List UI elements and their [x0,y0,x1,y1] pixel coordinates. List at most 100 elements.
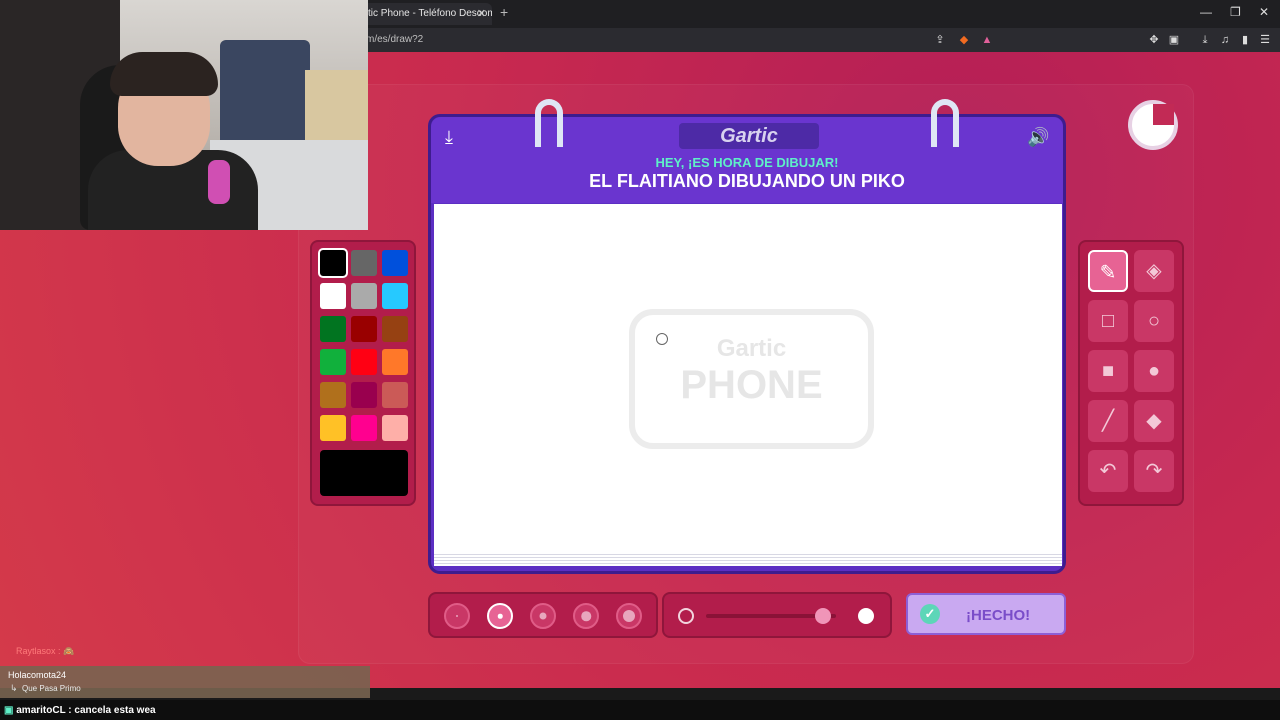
line-icon: ╱ [1101,410,1115,432]
webcam-streamer [110,52,218,96]
timer-icon [1128,100,1178,150]
brush-size-button[interactable] [487,603,513,629]
new-tab-button[interactable]: + [500,4,508,20]
download-icon[interactable]: ⤓ [445,127,453,148]
brush-size-dot [623,610,635,622]
maximize-button[interactable]: ❐ [1230,5,1241,19]
gartic-phone-watermark: Gartic PHONE [629,309,874,449]
color-swatch[interactable] [320,382,346,408]
board-header: ⤓ Gartic 🔊 HEY, ¡ES HORA DE DIBUJAR! EL … [431,117,1063,203]
color-swatch[interactable] [382,283,408,309]
fill-bucket-icon: ◆ [1146,410,1162,432]
sidebar-icon[interactable]: ▣ [1167,33,1181,47]
color-swatch[interactable] [320,415,346,441]
color-swatch[interactable] [351,382,377,408]
gartic-logo: Gartic [679,123,819,149]
line-tool-button[interactable]: ╱ [1088,400,1128,442]
chat-reply-text: Que Pasa Primo [22,684,81,693]
eraser-icon: ◈ [1146,260,1162,282]
share-icon[interactable]: ⇪ [933,33,947,47]
ellipse-outline-icon: ○ [1147,310,1161,332]
rect-outline-tool-button[interactable]: □ [1088,300,1128,342]
panel-icon[interactable]: ▮ [1238,33,1252,47]
drawing-board: ⤓ Gartic 🔊 HEY, ¡ES HORA DE DIBUJAR! EL … [428,99,1066,574]
color-swatch[interactable] [351,283,377,309]
opacity-slider-handle[interactable] [815,608,831,624]
brave-shield-icon[interactable]: ◆ [957,33,971,47]
tool-panel: ✎ ◈ □ ○ ■ ● ╱ ◆ ↶ ↷ [1078,240,1184,506]
color-swatch[interactable] [320,349,346,375]
current-color-preview [320,450,408,496]
undo-tool-button[interactable]: ↶ [1088,450,1128,492]
undo-icon: ↶ [1099,460,1117,482]
tab-title: tic Phone - Teléfono Descom [368,8,492,19]
drawing-canvas[interactable]: Gartic PHONE [434,204,1062,554]
rect-fill-tool-button[interactable]: ■ [1088,350,1128,392]
opacity-panel [662,592,892,638]
watermark-top-text: Gartic [716,335,787,362]
webcam-background [305,70,368,150]
fill-bucket-tool-button[interactable]: ◆ [1134,400,1174,442]
color-swatch[interactable] [382,250,408,276]
brush-size-button[interactable] [616,603,642,629]
volume-icon[interactable]: 🔊 [1027,127,1049,148]
check-icon: ✓ [920,604,940,624]
eraser-tool-button[interactable]: ◈ [1134,250,1174,292]
brush-size-dot [581,611,591,621]
chat-bottom-text: : cancela esta wea [68,705,156,716]
chat-reply-box: Holacomota24 ↳ Que Pasa Primo [0,666,370,698]
redo-tool-button[interactable]: ↷ [1134,450,1174,492]
color-swatch[interactable] [318,248,348,278]
browser-tab[interactable]: tic Phone - Teléfono Descom ✕ [360,3,492,25]
close-window-button[interactable]: ✕ [1259,5,1269,19]
draw-prompt: EL FLAITIANO DIBUJANDO UN PIKO [589,171,905,191]
color-swatch[interactable] [351,349,377,375]
brush-size-dot [539,612,547,620]
color-swatch[interactable] [351,250,377,276]
binder-ring-right [931,99,959,147]
color-swatch[interactable] [382,382,408,408]
watermark-bottom-text: PHONE [680,363,823,407]
downloads-icon[interactable]: ⤓ [1198,33,1212,47]
ellipse-outline-tool-button[interactable]: ○ [1134,300,1174,342]
tab-close-icon[interactable]: ✕ [477,3,486,25]
done-button[interactable]: ✓ ¡HECHO! [906,593,1066,635]
pencil-icon: ✎ [1099,262,1117,284]
rect-fill-icon: ■ [1101,360,1115,382]
crosshair-cursor-icon [656,333,668,345]
chat-line: Raytlasox : 🙈 [16,646,75,656]
color-palette [310,240,416,506]
paper-edge [434,554,1062,566]
timer-elapsed [1153,104,1174,125]
brush-size-panel [428,592,658,638]
minimize-button[interactable]: — [1200,5,1212,19]
color-swatch[interactable] [351,415,377,441]
url-field[interactable]: m/es/draw?2 [366,34,423,45]
chat-message: ▣ amaritoCL : cancela esta wea [4,705,156,716]
brush-size-dot [497,613,503,619]
brush-size-button[interactable] [530,603,556,629]
media-icon[interactable]: ♫ [1218,33,1232,47]
ellipse-fill-tool-button[interactable]: ● [1134,350,1174,392]
extensions-icon[interactable]: ✥ [1147,33,1161,47]
pencil-tool-button[interactable]: ✎ [1088,250,1128,292]
brush-size-button[interactable] [573,603,599,629]
rewards-icon[interactable]: ▲ [980,33,994,47]
color-swatch[interactable] [382,415,408,441]
menu-icon[interactable]: ☰ [1258,33,1272,47]
rect-outline-icon: □ [1101,310,1115,332]
microphone [208,160,230,204]
color-swatch[interactable] [382,349,408,375]
color-swatch[interactable] [320,283,346,309]
webcam-overlay [0,0,368,230]
color-swatch[interactable] [382,316,408,342]
webcam-background [220,40,310,150]
color-swatch[interactable] [351,316,377,342]
color-swatch[interactable] [320,316,346,342]
draw-hint: HEY, ¡ES HORA DE DIBUJAR! [655,155,839,170]
done-label: ¡HECHO! [966,607,1031,624]
opacity-high-icon [858,608,874,624]
brush-size-button[interactable] [444,603,470,629]
chat-bottom-bar: ▣ amaritoCL : cancela esta wea [0,700,1280,720]
redo-icon: ↷ [1145,460,1163,482]
